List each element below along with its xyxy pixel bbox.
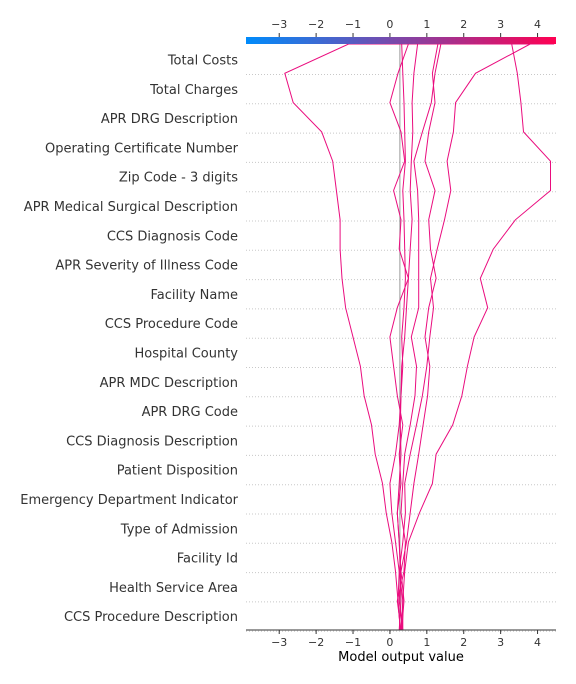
x-tick-label: 4: [534, 636, 541, 649]
colorbar: [246, 37, 556, 44]
bottom-axis: −3 −2 −1 0 1 2 3 4: [246, 629, 556, 649]
feature-label: APR Severity of Illness Code: [55, 259, 238, 274]
feature-label: Patient Disposition: [117, 464, 238, 479]
feature-labels: Total Costs Total Charges APR DRG Descript…: [20, 54, 238, 626]
gridlines: [246, 74, 556, 632]
feature-label: CCS Diagnosis Code: [107, 229, 238, 244]
feature-label: CCS Diagnosis Description: [66, 434, 238, 449]
decision-lines: [284, 43, 555, 631]
top-tick-label: −1: [345, 18, 361, 31]
top-tick-label: 2: [460, 18, 467, 31]
decision-line: [398, 43, 519, 631]
feature-label: CCS Procedure Description: [64, 610, 238, 625]
x-tick-label: 3: [497, 636, 504, 649]
feature-label: APR Medical Surgical Description: [24, 200, 238, 215]
top-tick-label: 4: [534, 18, 541, 31]
decision-plot: −3 −2 −1 0 1 2 3 4 −3 −2 −1 0 1 2 3 4 Total CostsTotal…: [20, 18, 556, 665]
feature-label: Zip Code - 3 digits: [119, 171, 238, 186]
feature-label: Facility Id: [177, 552, 238, 567]
feature-label: Type of Admission: [120, 522, 238, 537]
decision-line: [396, 43, 512, 631]
decision-line: [389, 43, 505, 631]
x-tick-label: −2: [308, 636, 324, 649]
top-tick-label: −2: [308, 18, 324, 31]
feature-label: APR DRG Code: [142, 405, 238, 420]
top-axis: −3 −2 −1 0 1 2 3 4: [271, 18, 541, 37]
feature-label: Facility Name: [150, 288, 238, 303]
x-tick-label: −3: [271, 636, 287, 649]
top-tick-label: 0: [386, 18, 393, 31]
x-tick-label: −1: [345, 636, 361, 649]
decision-line: [389, 43, 555, 631]
x-tick-label: 0: [386, 636, 393, 649]
feature-label: Hospital County: [135, 347, 239, 362]
feature-label: Emergency Department Indicator: [20, 493, 238, 508]
feature-label: Operating Certificate Number: [45, 141, 239, 156]
feature-label: APR MDC Description: [100, 376, 238, 391]
feature-label: Health Service Area: [109, 581, 238, 596]
feature-label: APR DRG Description: [101, 112, 238, 127]
top-tick-label: 3: [497, 18, 504, 31]
top-tick-label: −3: [271, 18, 287, 31]
feature-label: CCS Procedure Code: [105, 317, 238, 332]
top-tick-label: 1: [423, 18, 430, 31]
decision-line: [397, 43, 531, 631]
x-tick-label: 2: [460, 636, 467, 649]
x-tick-label: 1: [423, 636, 430, 649]
feature-label: Total Charges: [149, 83, 238, 98]
x-axis-title: Model output value: [338, 650, 464, 665]
feature-label: Total Costs: [167, 54, 238, 69]
